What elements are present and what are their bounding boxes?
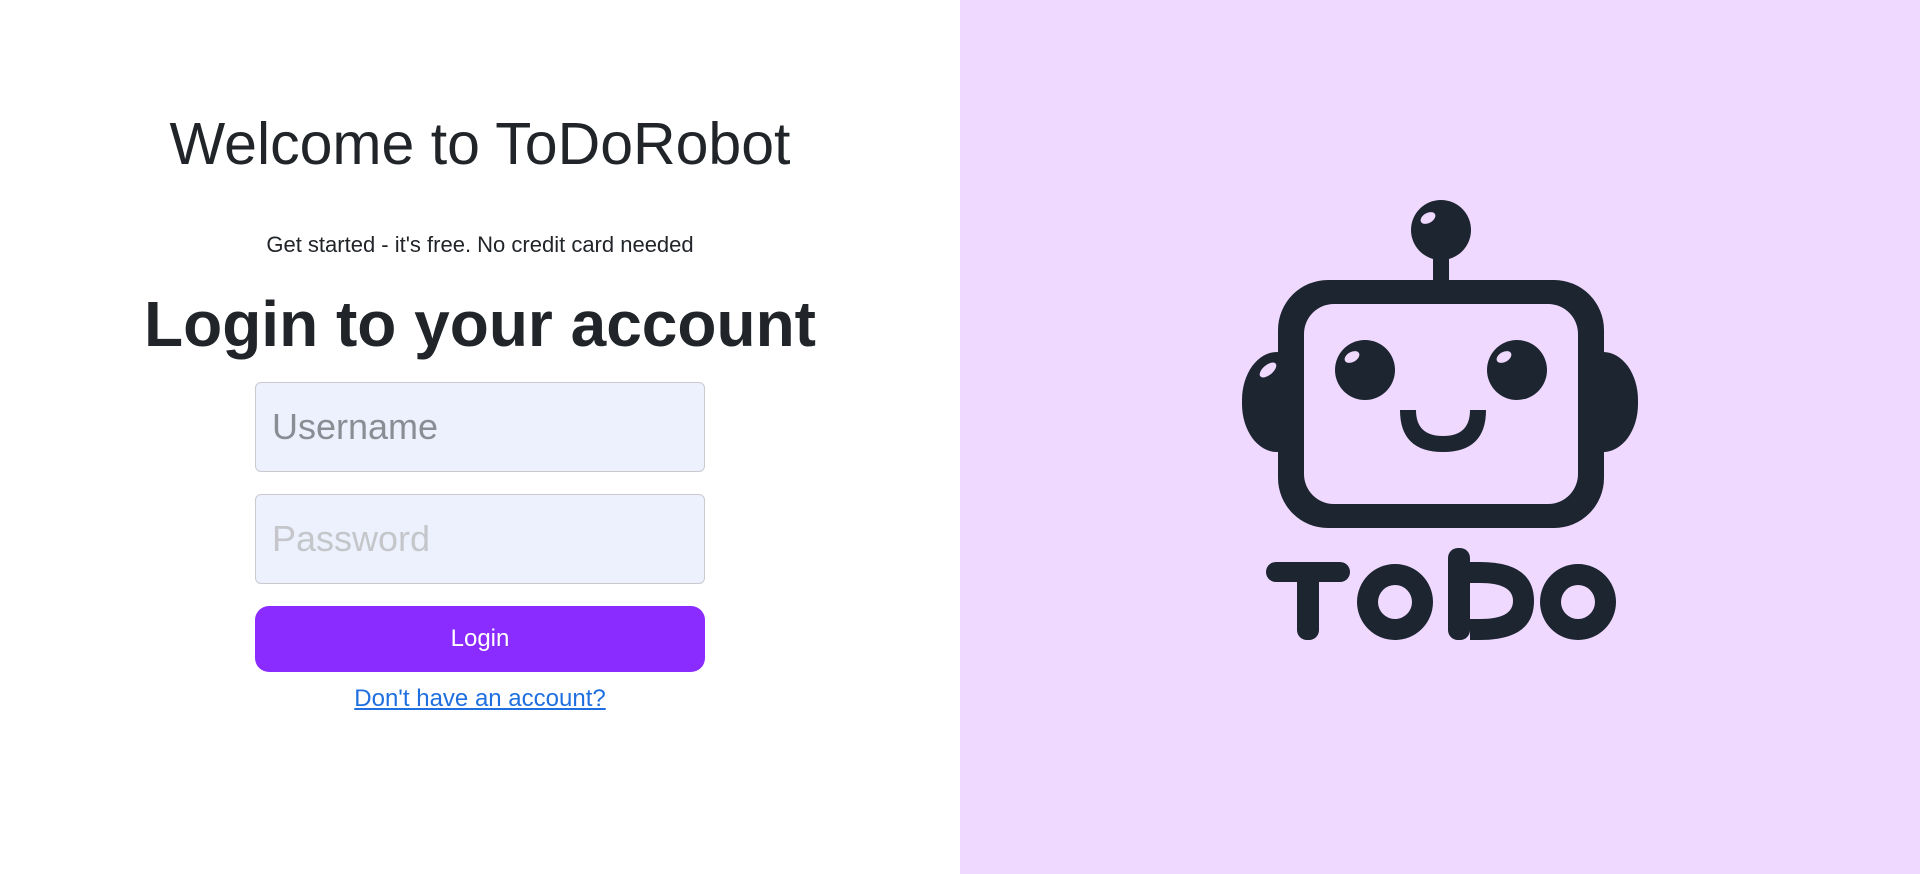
- login-panel: Welcome to ToDoRobot Get started - it's …: [0, 0, 960, 874]
- login-button[interactable]: Login: [255, 606, 705, 672]
- login-heading: Login to your account: [144, 288, 816, 360]
- username-input[interactable]: [255, 382, 705, 472]
- tagline: Get started - it's free. No credit card …: [266, 232, 694, 257]
- welcome-title: Welcome to ToDoRobot: [169, 111, 791, 177]
- signup-link-container: Don't have an account?: [0, 684, 960, 714]
- signup-link[interactable]: Don't have an account?: [354, 685, 605, 712]
- password-input[interactable]: [255, 494, 705, 584]
- robot-logo-icon: [1242, 200, 1638, 640]
